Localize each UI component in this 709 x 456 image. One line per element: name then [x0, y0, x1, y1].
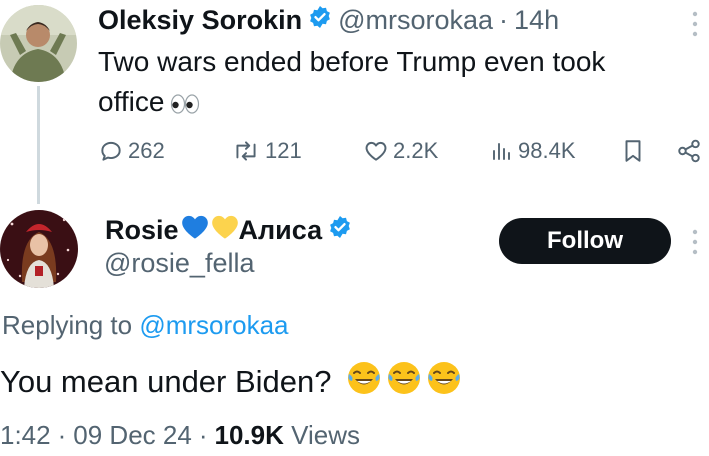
views-button[interactable]: 98.4K [490, 133, 576, 169]
thread-line [37, 86, 40, 204]
replying-prefix: Replying to [2, 310, 133, 340]
tweet-actions: 262 121 2.2K 98.4K [98, 133, 702, 169]
retweet-count: 121 [265, 138, 302, 163]
like-button[interactable]: 2.2K [363, 133, 438, 169]
reply-author-name-part2: Алиса [238, 214, 323, 245]
follow-button[interactable]: Follow [499, 218, 671, 264]
share-button[interactable] [676, 133, 702, 169]
tweet-text: Two wars ended before Trump even took of… [98, 42, 678, 125]
reply-time[interactable]: 1:42 [0, 420, 51, 450]
analytics-icon [493, 143, 510, 160]
bookmark-icon [625, 140, 641, 162]
views-count[interactable]: 10.9K [214, 420, 283, 450]
laughing-tears-emoji-icon [426, 360, 462, 404]
reply-author-name-part1: Rosie [105, 214, 179, 245]
eyes-emoji-icon [170, 85, 200, 125]
reply-text: You mean under Biden? [0, 360, 462, 404]
reply-author-handle[interactable]: @rosie_fella [104, 248, 254, 279]
reply-icon [101, 141, 121, 161]
tweet-time[interactable]: 14h [514, 5, 559, 36]
more-options-icon[interactable] [691, 228, 699, 256]
share-icon [678, 139, 700, 163]
laughing-tears-emoji-icon [386, 360, 422, 404]
author-avatar[interactable] [0, 5, 77, 82]
views-count: 98.4K [518, 138, 576, 163]
blue-heart-emoji-icon [181, 214, 209, 247]
heart-icon [365, 141, 387, 161]
verified-badge-icon [308, 5, 332, 36]
verified-badge-icon [328, 215, 352, 246]
reply-date[interactable]: 09 Dec 24 [73, 420, 192, 450]
parent-tweet-header: Oleksiy Sorokin @mrsorokaa · 14h [98, 2, 559, 38]
reply-count: 262 [128, 138, 165, 163]
separator: · [499, 4, 509, 35]
views-label: Views [291, 420, 360, 450]
more-options-icon[interactable] [691, 10, 699, 38]
reply-button[interactable]: 262 [98, 133, 165, 169]
reply-body: You mean under Biden? [0, 364, 332, 399]
tweet-metadata: 1:42 · 09 Dec 24 · 10.9K Views [0, 420, 360, 451]
replying-to-mention[interactable]: @mrsorokaa [139, 310, 288, 340]
like-count: 2.2K [393, 138, 439, 163]
separator: · [57, 420, 67, 450]
replying-to: Replying to @mrsorokaa [2, 310, 289, 341]
author-handle[interactable]: @mrsorokaa [338, 5, 493, 36]
yellow-heart-emoji-icon [211, 214, 239, 247]
reply-author-avatar[interactable] [0, 210, 78, 288]
reply-author-name[interactable]: Rosie Алиса [105, 212, 358, 248]
laughing-tears-emoji-icon [346, 360, 382, 404]
author-name[interactable]: Oleksiy Sorokin [98, 5, 302, 36]
separator: · [198, 420, 208, 450]
bookmark-button[interactable] [622, 133, 644, 169]
retweet-button[interactable]: 121 [231, 133, 302, 169]
retweet-icon [236, 141, 256, 161]
